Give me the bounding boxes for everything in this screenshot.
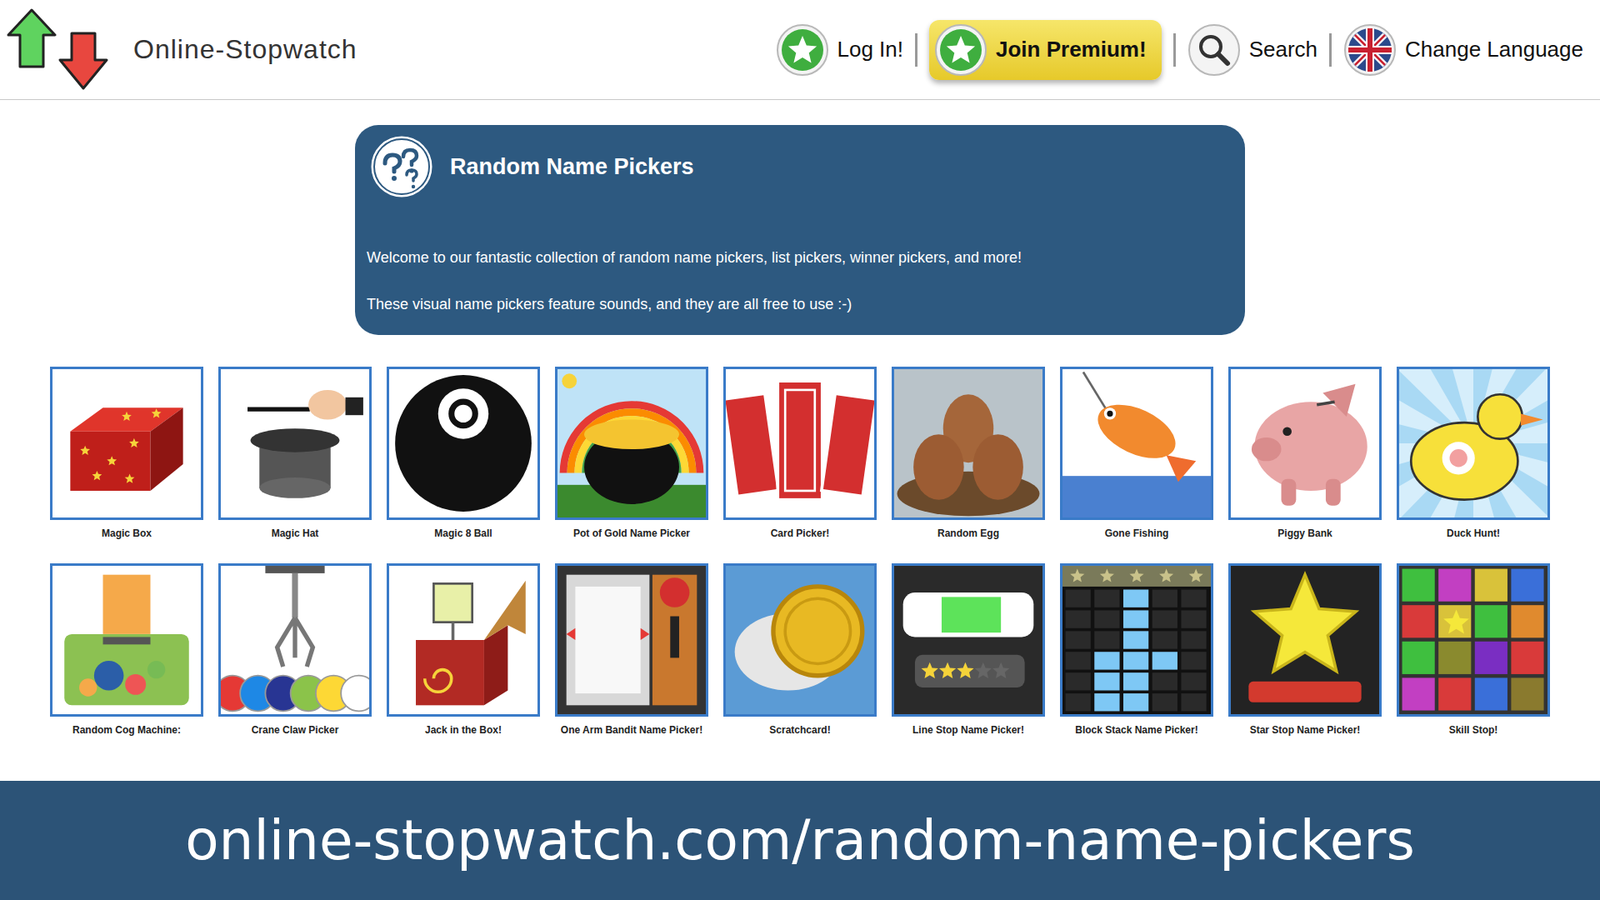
page: Online-Stopwatch Log In! Join Premium! Sear… (0, 0, 1600, 900)
star-icon (775, 23, 830, 77)
picker-tile[interactable] (1060, 366, 1214, 520)
picker-card[interactable]: Card Picker! (723, 366, 877, 540)
picker-card[interactable]: Jack in the Box! (386, 563, 540, 737)
search-button[interactable]: Search (1187, 23, 1318, 77)
picker-label[interactable]: Block Stack Name Picker! (1053, 723, 1220, 737)
picker-tile[interactable] (386, 366, 540, 520)
star-picture-icon (1230, 565, 1380, 715)
question-marks-icon (366, 131, 437, 202)
bandit-picture-icon (557, 565, 706, 715)
box-picture-icon (52, 369, 201, 518)
picker-label[interactable]: Crane Claw Picker (211, 723, 379, 737)
picker-tile[interactable] (218, 366, 372, 520)
picker-card[interactable]: Magic Hat (218, 366, 372, 540)
banner-text: These visual name pickers feature sounds… (366, 295, 1234, 314)
picker-tile[interactable] (555, 366, 709, 520)
gold-picture-icon (557, 369, 706, 518)
cards-picture-icon (725, 369, 875, 518)
hat-picture-icon (220, 369, 370, 518)
banner-title: Random Name Pickers (450, 154, 695, 180)
scratch-picture-icon (725, 565, 875, 715)
ball-picture-icon (389, 369, 538, 518)
picker-card[interactable]: Random Cog Machine: (50, 563, 204, 737)
url-bar: online-stopwatch.com/random-name-pickers (0, 780, 1600, 900)
picker-card[interactable]: Magic Box (50, 366, 204, 540)
picker-tile[interactable] (1396, 563, 1550, 717)
cog-picture-icon (52, 565, 201, 715)
picker-card[interactable]: Block Stack Name Picker! (1060, 563, 1214, 737)
picker-label[interactable]: Card Picker! (716, 526, 884, 540)
nav-separator (1329, 33, 1332, 67)
picker-label[interactable]: One Arm Bandit Name Picker! (548, 723, 715, 737)
picker-card[interactable]: Skill Stop! (1396, 563, 1550, 737)
picker-card[interactable]: Star Stop Name Picker! (1228, 563, 1382, 737)
picker-card[interactable]: Gone Fishing (1060, 366, 1214, 540)
picker-card[interactable]: Duck Hunt! (1396, 366, 1550, 540)
picker-card[interactable]: Scratchcard! (723, 563, 877, 737)
picker-label[interactable]: Pot of Gold Name Picker (548, 526, 715, 540)
language-button[interactable]: Change Language (1343, 23, 1584, 77)
picker-label[interactable]: Duck Hunt! (1390, 526, 1557, 540)
picker-card[interactable]: Pot of Gold Name Picker (555, 366, 709, 540)
banner-text: Welcome to our fantastic collection of r… (366, 248, 1234, 267)
picker-label[interactable]: Random Egg (885, 526, 1052, 540)
nav-separator (915, 33, 918, 67)
picker-tile[interactable] (1396, 366, 1550, 520)
site-logo[interactable]: Online-Stopwatch (6, 8, 358, 92)
picker-label[interactable]: Gone Fishing (1053, 526, 1220, 540)
picker-tile[interactable] (386, 563, 540, 717)
picker-grid: Magic BoxMagic HatMagic 8 BallPot of Gol… (50, 366, 1550, 737)
picker-card[interactable]: Crane Claw Picker (218, 563, 372, 737)
banner-header: Random Name Pickers (366, 131, 1234, 202)
picker-label[interactable]: Line Stop Name Picker! (885, 723, 1052, 737)
picker-tile[interactable] (50, 563, 204, 717)
duck-picture-icon (1399, 369, 1548, 518)
picker-label[interactable]: Piggy Bank (1221, 526, 1389, 540)
logo-text[interactable]: Online-Stopwatch (133, 34, 358, 65)
picker-tile[interactable] (891, 366, 1045, 520)
picker-tile[interactable] (1060, 563, 1214, 717)
picker-label[interactable]: Jack in the Box! (380, 723, 547, 737)
block-picture-icon (1062, 565, 1211, 715)
url-text: online-stopwatch.com/random-name-pickers (185, 808, 1415, 873)
skill-picture-icon (1399, 565, 1548, 715)
picker-tile[interactable] (723, 366, 877, 520)
picker-label[interactable]: Magic Box (43, 526, 210, 540)
magnifier-icon (1187, 23, 1241, 77)
nav-separator (1173, 33, 1176, 67)
fish-picture-icon (1062, 369, 1211, 518)
picker-card[interactable]: One Arm Bandit Name Picker! (555, 563, 709, 737)
egg-picture-icon (894, 369, 1043, 518)
premium-button[interactable]: Join Premium! (929, 20, 1162, 80)
uk-flag-icon (1343, 23, 1397, 77)
picker-label[interactable]: Random Cog Machine: (43, 723, 210, 737)
picker-tile[interactable] (218, 563, 372, 717)
line-picture-icon (894, 565, 1043, 715)
top-bar: Online-Stopwatch Log In! Join Premium! Sear… (0, 0, 1600, 100)
picker-tile[interactable] (723, 563, 877, 717)
claw-picture-icon (220, 565, 370, 715)
picker-label[interactable]: Star Stop Name Picker! (1221, 723, 1389, 737)
picker-label[interactable]: Magic Hat (211, 526, 379, 540)
picker-tile[interactable] (555, 563, 709, 717)
piggy-picture-icon (1230, 369, 1380, 518)
picker-card[interactable]: Random Egg (891, 366, 1045, 540)
star-icon (934, 23, 988, 77)
picker-label[interactable]: Scratchcard! (716, 723, 884, 737)
intro-banner: Random Name Pickers Welcome to our fantas… (355, 125, 1245, 335)
top-nav: Log In! Join Premium! Search Change Languag… (775, 20, 1584, 80)
picker-label[interactable]: Skill Stop! (1390, 723, 1557, 737)
logo-arrows-icon (6, 8, 115, 92)
picker-card[interactable]: Magic 8 Ball (386, 366, 540, 540)
picker-tile[interactable] (1228, 366, 1382, 520)
picker-label[interactable]: Magic 8 Ball (380, 526, 547, 540)
login-button[interactable]: Log In! (775, 23, 905, 77)
picker-tile[interactable] (1228, 563, 1382, 717)
jack-picture-icon (389, 565, 538, 715)
picker-tile[interactable] (50, 366, 204, 520)
picker-card[interactable]: Line Stop Name Picker! (891, 563, 1045, 737)
picker-tile[interactable] (891, 563, 1045, 717)
picker-card[interactable]: Piggy Bank (1228, 366, 1382, 540)
